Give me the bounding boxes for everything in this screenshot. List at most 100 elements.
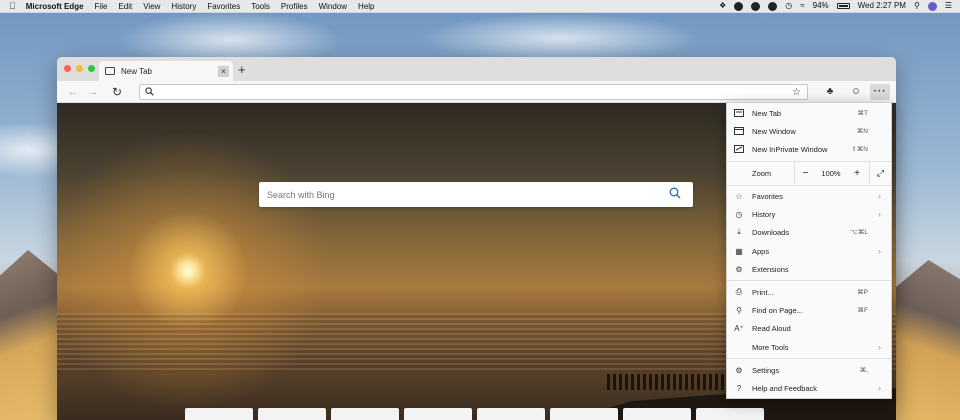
new-tab-icon — [734, 108, 744, 118]
window-controls — [64, 65, 100, 72]
menu-tools[interactable]: Tools — [251, 2, 270, 11]
chevron-right-icon: › — [878, 342, 881, 352]
quick-link-tile[interactable] — [696, 408, 764, 420]
bing-search-box[interactable] — [259, 182, 693, 207]
zoom-window-button[interactable] — [88, 65, 95, 72]
zoom-out-button[interactable]: − — [794, 162, 816, 184]
quick-link-tile[interactable] — [477, 408, 545, 420]
chevron-right-icon: › — [878, 191, 881, 201]
bing-search-input[interactable] — [267, 189, 669, 200]
menu-item-downloads[interactable]: ⤓ Downloads ⌥⌘L — [727, 224, 891, 240]
apps-icon: ▦ — [735, 246, 743, 256]
quick-link-tile[interactable] — [331, 408, 399, 420]
battery-percent[interactable]: 94% — [813, 1, 829, 10]
wifi-icon[interactable]: ≈ — [800, 1, 804, 10]
creative-cloud-icon[interactable] — [751, 1, 761, 11]
zoom-row: Zoom − 100% + ⤢ — [727, 162, 891, 184]
menu-separator — [727, 280, 891, 281]
menu-item-new-tab[interactable]: New Tab ⌘T — [727, 105, 891, 121]
menu-item-settings[interactable]: ⚙ Settings ⌘, — [727, 362, 891, 378]
menu-item-find-on-page[interactable]: ⚲ Find on Page... ⌘F — [727, 302, 891, 318]
siri-icon[interactable] — [927, 1, 937, 11]
bing-search-icon[interactable] — [669, 186, 681, 204]
adblock-icon[interactable] — [734, 1, 744, 11]
battery-icon[interactable] — [836, 1, 850, 10]
app-menu[interactable]: Microsoft Edge — [26, 2, 84, 11]
close-window-button[interactable] — [64, 65, 71, 72]
address-bar[interactable]: ☆ — [139, 84, 808, 100]
clock[interactable]: Wed 2:27 PM — [858, 1, 906, 10]
zoom-label: Zoom — [752, 168, 772, 178]
new-tab-page-icon — [105, 67, 115, 75]
spotlight-icon[interactable]: ⚲ — [914, 1, 920, 10]
window-icon — [734, 126, 744, 136]
tab-close-icon[interactable]: × — [218, 65, 229, 77]
quick-link-tile[interactable] — [550, 408, 618, 420]
add-favorite-star-icon[interactable]: ☆ — [792, 87, 801, 98]
browser-toolbar: ← → ↻ ☆ ♣ ☺ ··· — [57, 81, 896, 103]
menu-history[interactable]: History — [171, 2, 196, 11]
menu-profiles[interactable]: Profiles — [281, 2, 308, 11]
vpn-icon[interactable] — [768, 1, 778, 11]
menu-item-print[interactable]: ⎙ Print... ⌘P — [727, 284, 891, 300]
menu-separator — [727, 185, 891, 186]
menu-separator — [727, 358, 891, 359]
star-icon: ☆ — [735, 191, 743, 201]
chevron-right-icon: › — [878, 246, 881, 256]
quick-link-tile[interactable] — [185, 408, 253, 420]
status-area: ❖ ◷ ≈ 94% Wed 2:27 PM ⚲ ☰ — [711, 1, 960, 11]
settings-and-more-menu: New Tab ⌘T New Window ⌘N New InPrivate W… — [726, 102, 892, 399]
print-icon: ⎙ — [735, 287, 743, 296]
extensions-icon: ⚙ — [735, 264, 743, 274]
menu-favorites[interactable]: Favorites — [207, 2, 240, 11]
inprivate-icon — [734, 144, 744, 154]
notification-center-icon[interactable]: ☰ — [945, 1, 952, 10]
dropbox-icon[interactable]: ❖ — [719, 1, 726, 10]
forward-button[interactable]: → — [83, 86, 103, 98]
fullscreen-icon[interactable]: ⤢ — [869, 162, 891, 184]
macos-menu-bar:  Microsoft Edge File Edit View History … — [0, 0, 960, 13]
menu-item-new-inprivate-window[interactable]: New InPrivate Window ⇧⌘N — [727, 141, 891, 157]
find-icon: ⚲ — [736, 305, 742, 315]
zoom-value: 100% — [821, 168, 841, 178]
gear-icon: ⚙ — [735, 365, 743, 375]
background-silhouettes — [607, 374, 727, 390]
settings-and-more-button[interactable]: ··· — [870, 84, 890, 100]
menu-window[interactable]: Window — [319, 2, 347, 11]
history-icon: ◷ — [735, 209, 743, 219]
menu-item-help-and-feedback[interactable]: ? Help and Feedback › — [727, 380, 891, 396]
quick-link-tile[interactable] — [258, 408, 326, 420]
tab-strip: New Tab × + — [57, 57, 896, 81]
feedback-smiley-icon[interactable]: ☺ — [846, 84, 866, 100]
zoom-in-button[interactable]: + — [846, 162, 868, 184]
read-aloud-icon: A⁺ — [734, 323, 744, 333]
quick-link-tile[interactable] — [404, 408, 472, 420]
menu-item-favorites[interactable]: ☆ Favorites › — [727, 188, 891, 204]
back-button[interactable]: ← — [63, 86, 83, 98]
menu-item-more-tools[interactable]: More Tools › — [727, 339, 891, 355]
download-icon: ⤓ — [737, 227, 741, 236]
tab-new-tab[interactable]: New Tab × — [99, 61, 233, 81]
help-icon: ? — [736, 383, 742, 393]
tab-title: New Tab — [121, 66, 152, 76]
menu-help[interactable]: Help — [358, 2, 374, 11]
quick-links — [185, 408, 769, 420]
menu-item-extensions[interactable]: ⚙ Extensions — [727, 261, 891, 277]
menu-file[interactable]: File — [95, 2, 108, 11]
time-machine-icon[interactable]: ◷ — [785, 1, 792, 10]
wallpaper-dune-right — [890, 260, 960, 420]
menu-item-history[interactable]: ◷ History › — [727, 206, 891, 222]
chevron-right-icon: › — [878, 209, 881, 219]
menu-item-apps[interactable]: ▦ Apps › — [727, 243, 891, 259]
menu-view[interactable]: View — [143, 2, 160, 11]
menu-edit[interactable]: Edit — [118, 2, 132, 11]
chevron-right-icon: › — [878, 383, 881, 393]
collections-icon[interactable]: ♣ — [820, 84, 840, 100]
apple-menu-icon[interactable]:  — [9, 1, 16, 11]
minimize-window-button[interactable] — [76, 65, 83, 72]
menu-item-read-aloud[interactable]: A⁺ Read Aloud — [727, 320, 891, 336]
new-tab-button[interactable]: + — [238, 63, 246, 77]
quick-link-tile[interactable] — [623, 408, 691, 420]
menu-item-new-window[interactable]: New Window ⌘N — [727, 123, 891, 139]
refresh-button[interactable]: ↻ — [109, 85, 125, 99]
